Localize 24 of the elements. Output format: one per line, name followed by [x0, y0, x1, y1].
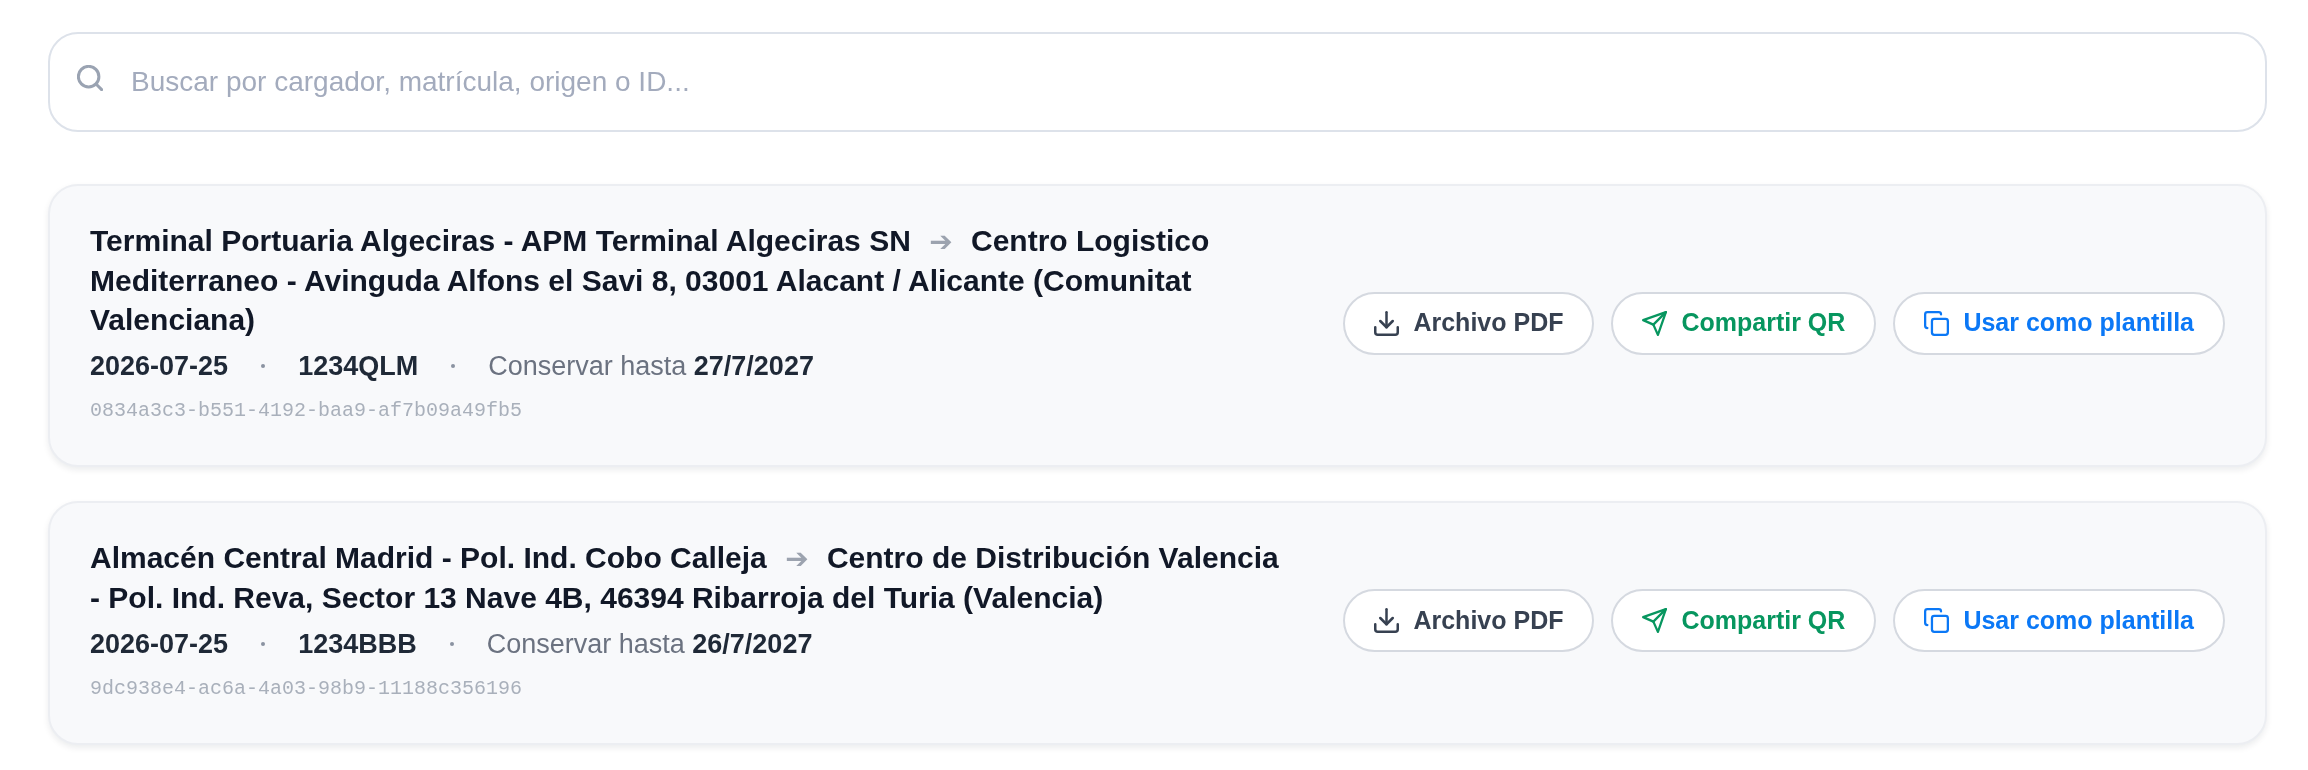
copy-icon	[1924, 310, 1950, 336]
plate-text: 1234QLM	[298, 350, 419, 383]
send-icon	[1642, 310, 1668, 336]
id-text: 9dc938e4-ac6a-4a03-98b9-11188c356196	[90, 676, 523, 702]
retention-text: Conservar hasta 27/7/2027	[488, 350, 814, 383]
pdf-button[interactable]: Archivo PDF	[1343, 291, 1595, 355]
download-icon	[1374, 608, 1400, 633]
send-icon	[1642, 608, 1668, 633]
route-text: Terminal Portuaria Algeciras - APM Terminal Algeciras SN ➔ Centro Logistico Mediterraneo - Avinguda Alfons el Savi 8, 03001 Alacant / Alicante (Comunitat Valenciana)	[90, 223, 1211, 338]
route-text: Almacén Central Madrid - Pol. Ind. Cobo Calleja ➔ Centro de Distribución Valencia - Pol. Ind. Reva, Sector 13 Nave 4B, 46394 Ribarroja del Turia (Valencia)	[90, 540, 1280, 616]
retention-text: Conservar hasta 26/7/2027	[486, 628, 813, 661]
download-icon	[1374, 310, 1400, 336]
date-text: 2026-07-25	[90, 350, 229, 383]
search-icon	[77, 65, 103, 91]
copy-icon	[1924, 608, 1950, 633]
plate-text: 1234BBB	[298, 628, 417, 661]
date-text: 2026-07-25	[90, 628, 229, 661]
template-button[interactable]: Usar como plantilla	[1893, 291, 2225, 355]
search-field[interactable]: Buscar por cargador, matrícula, origen o ID...	[48, 32, 2267, 132]
id-text: 0834a3c3-b551-4192-baa9-af7b09a49fb5	[90, 398, 523, 424]
share-button[interactable]: Compartir QR	[1611, 291, 1877, 355]
pdf-button[interactable]: Archivo PDF	[1343, 589, 1595, 652]
share-button[interactable]: Compartir QR	[1611, 589, 1877, 652]
template-button[interactable]: Usar como plantilla	[1893, 589, 2225, 652]
